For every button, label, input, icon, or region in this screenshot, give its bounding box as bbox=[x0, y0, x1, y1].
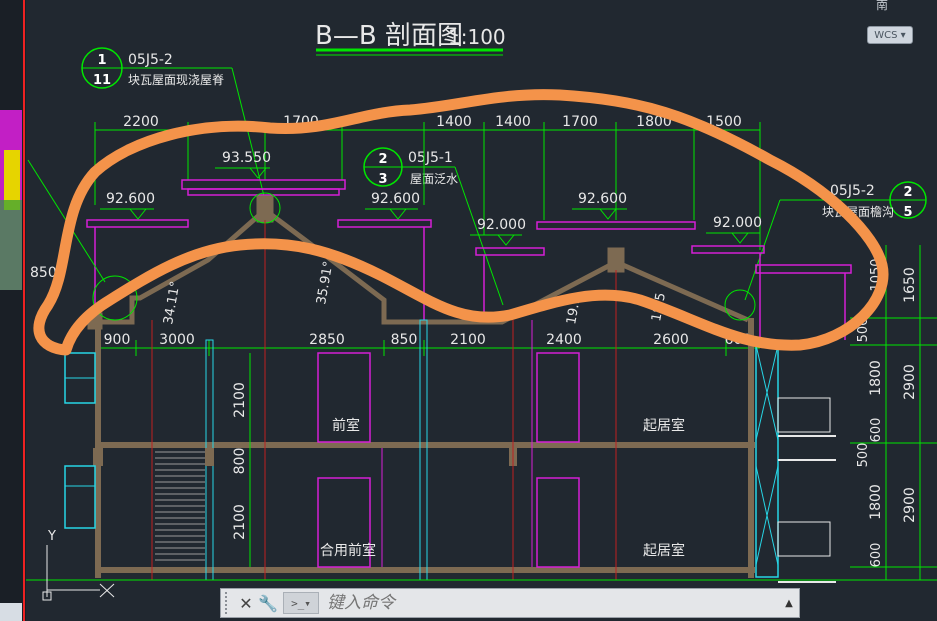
bottom-dim: 2850 bbox=[309, 332, 345, 348]
command-input[interactable] bbox=[319, 590, 779, 616]
bottom-dim: 3000 bbox=[159, 332, 195, 348]
top-dim: 2200 bbox=[123, 114, 159, 130]
svg-text:Y: Y bbox=[47, 529, 56, 544]
svg-text:92.600: 92.600 bbox=[371, 191, 420, 207]
svg-text:92.000: 92.000 bbox=[713, 215, 762, 231]
svg-text:2: 2 bbox=[378, 152, 387, 167]
svg-text:2900: 2900 bbox=[902, 487, 918, 523]
svg-text:93.550: 93.550 bbox=[222, 150, 271, 166]
svg-text:2900: 2900 bbox=[902, 364, 918, 400]
bottom-dim: 2400 bbox=[546, 332, 582, 348]
svg-text:3: 3 bbox=[378, 172, 387, 187]
svg-text:2100: 2100 bbox=[232, 504, 248, 540]
wcs-coordinate-menu[interactable]: WCS ▾ bbox=[867, 26, 913, 44]
layer-preview-green bbox=[0, 200, 22, 290]
bottom-dim: 2100 bbox=[450, 332, 486, 348]
svg-text:05J5-2: 05J5-2 bbox=[830, 183, 875, 199]
interior-vertical-dims: 2100 800 2100 bbox=[232, 353, 251, 567]
bottom-dim: 2600 bbox=[653, 332, 689, 348]
svg-text:05J5-1: 05J5-1 bbox=[408, 150, 453, 166]
room-label: 起居室 bbox=[643, 542, 685, 559]
drawing-scale: 1:100 bbox=[448, 25, 506, 49]
layout-tab[interactable] bbox=[0, 603, 22, 621]
command-prompt-icon[interactable]: >_▾ bbox=[283, 592, 319, 614]
svg-text:1650: 1650 bbox=[902, 267, 918, 303]
svg-text:2: 2 bbox=[903, 185, 912, 200]
top-dim: 1700 bbox=[562, 114, 598, 130]
svg-text:块瓦屋面现浇屋脊: 块瓦屋面现浇屋脊 bbox=[128, 73, 224, 87]
room-label: 合用前室 bbox=[320, 542, 376, 559]
left-dim: 850 bbox=[30, 265, 57, 281]
ucs-icon: Y bbox=[42, 529, 115, 601]
expand-history-icon[interactable]: ▲ bbox=[779, 598, 799, 609]
cad-drawing-canvas[interactable]: B—B 剖面图 1:100 1 11 05J5-2 块瓦屋面现浇屋脊 2 3 0… bbox=[0, 0, 937, 621]
left-panel bbox=[0, 0, 26, 621]
bottom-dim: 900 bbox=[104, 332, 131, 348]
svg-text:92.600: 92.600 bbox=[106, 191, 155, 207]
svg-text:2100: 2100 bbox=[232, 382, 248, 418]
bottom-dim: 850 bbox=[391, 332, 418, 348]
top-dim: 1400 bbox=[436, 114, 472, 130]
close-icon[interactable]: ✕ bbox=[235, 590, 257, 616]
svg-text:92.000: 92.000 bbox=[477, 217, 526, 233]
svg-text:1: 1 bbox=[97, 53, 106, 68]
svg-text:屋面泛水: 屋面泛水 bbox=[410, 172, 458, 186]
wcs-label: WCS bbox=[874, 30, 898, 41]
svg-text:11: 11 bbox=[93, 73, 111, 88]
drag-handle-icon[interactable] bbox=[225, 592, 235, 614]
room-label: 起居室 bbox=[643, 417, 685, 434]
wrench-settings-icon[interactable]: 🔧 bbox=[257, 590, 279, 616]
room-label: 前室 bbox=[332, 417, 360, 434]
svg-text:500: 500 bbox=[856, 443, 871, 468]
drawing-title: B—B 剖面图 bbox=[315, 21, 463, 51]
svg-text:600: 600 bbox=[869, 418, 884, 443]
compass-north-label: 南 bbox=[876, 0, 889, 12]
svg-text:800: 800 bbox=[232, 448, 248, 475]
svg-text:92.600: 92.600 bbox=[578, 191, 627, 207]
svg-text:600: 600 bbox=[869, 543, 884, 568]
right-dimension-chains: 1050 500 1800 600 500 1800 600 1650 2900… bbox=[850, 245, 937, 580]
command-line-bar: ✕ 🔧 >_▾ ▲ bbox=[220, 588, 800, 618]
svg-text:5: 5 bbox=[903, 205, 912, 220]
top-dim: 1400 bbox=[495, 114, 531, 130]
slope-label: 35.91° bbox=[314, 260, 336, 306]
svg-text:1800: 1800 bbox=[868, 360, 884, 396]
svg-text:05J5-2: 05J5-2 bbox=[128, 52, 173, 68]
svg-text:1800: 1800 bbox=[868, 484, 884, 520]
